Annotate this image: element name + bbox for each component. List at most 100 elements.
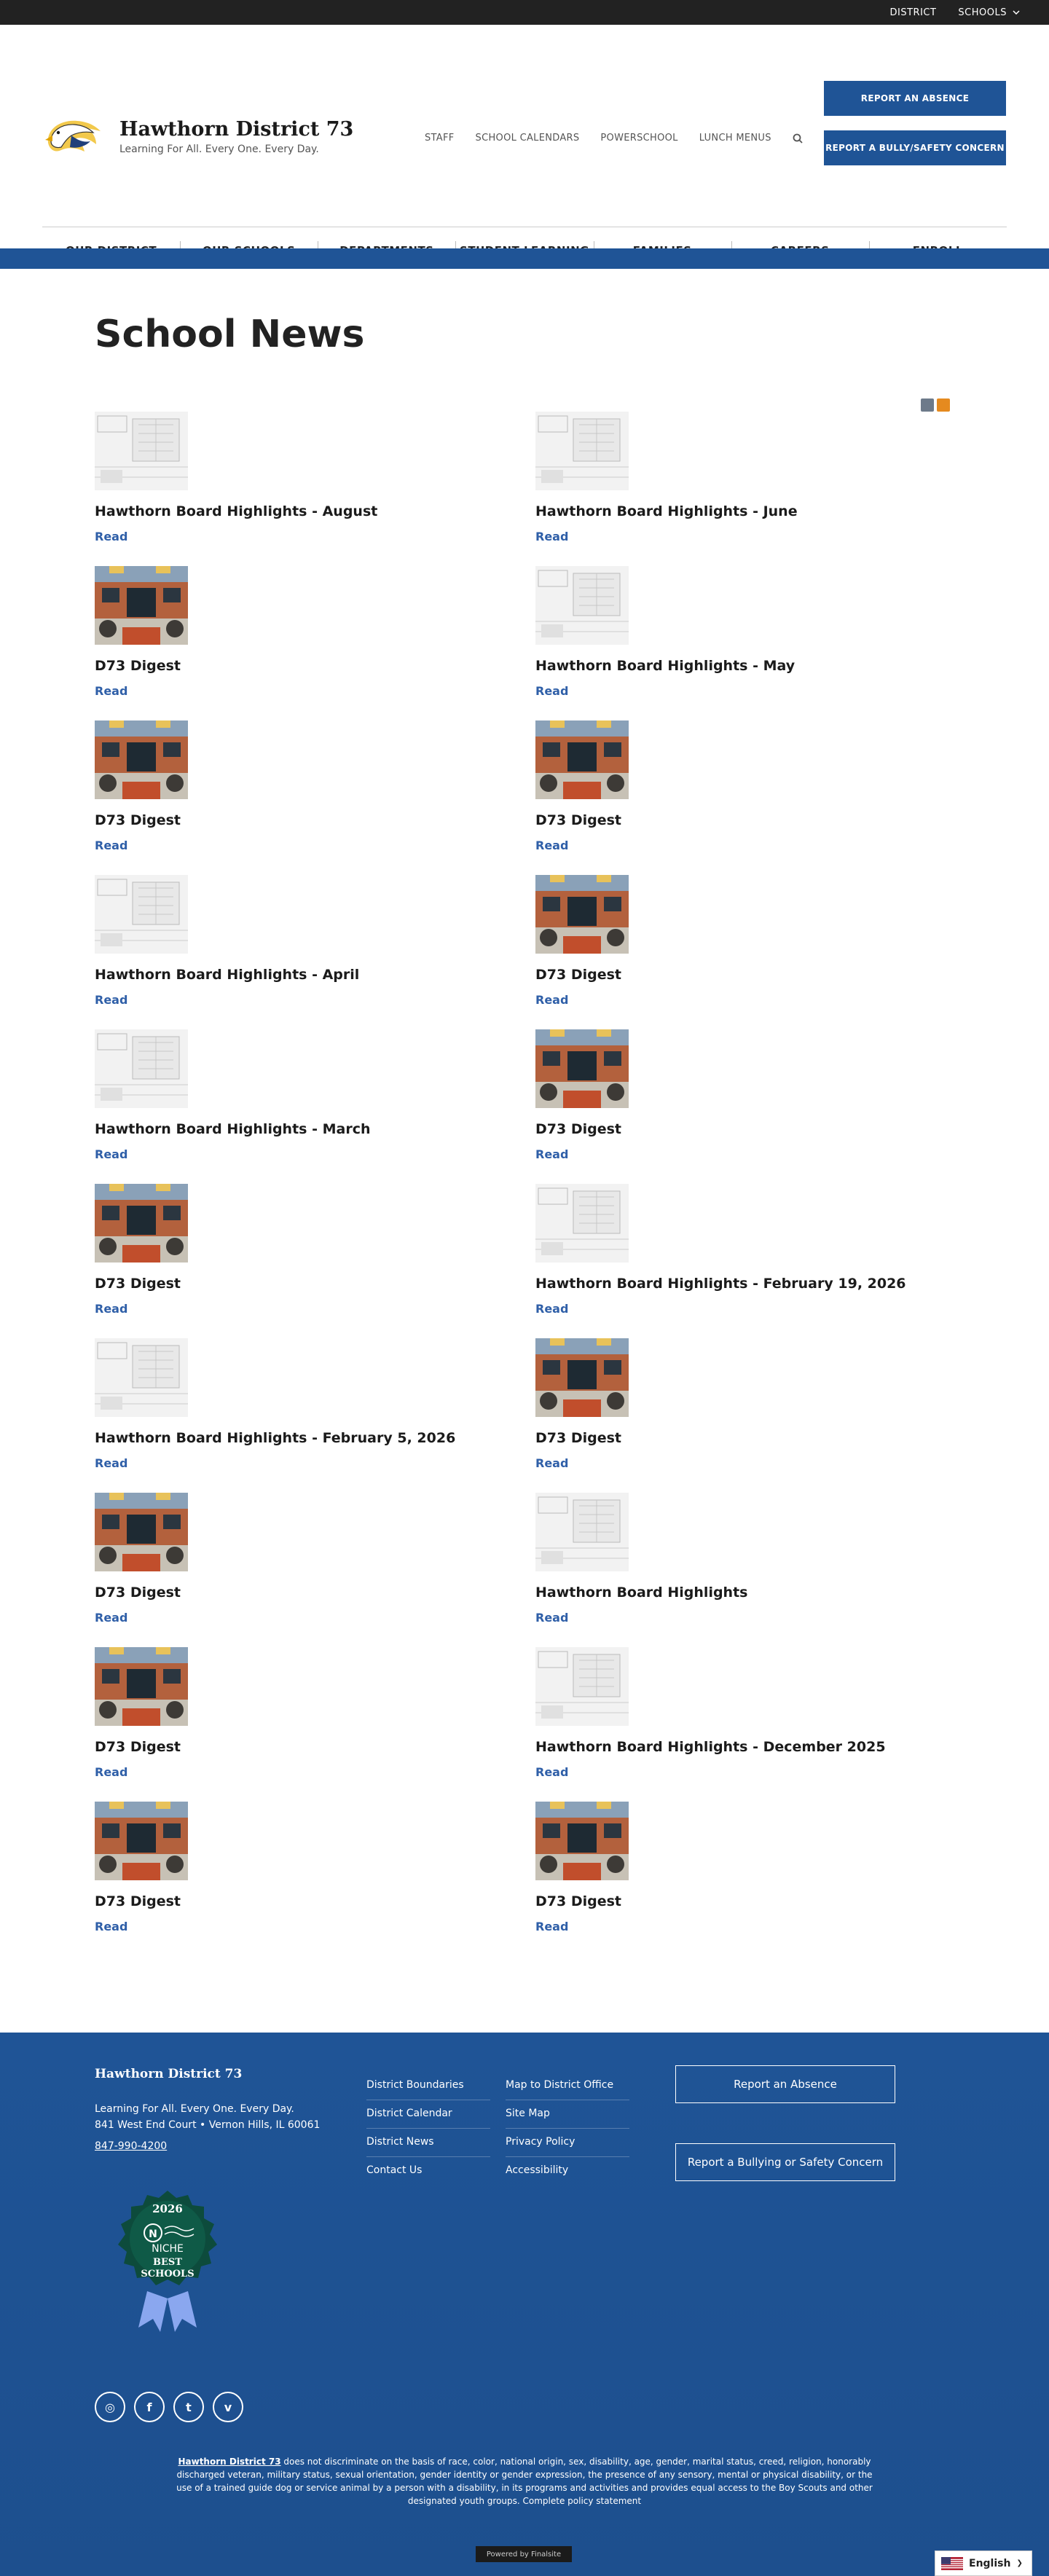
instagram-icon[interactable]: ◎: [95, 2392, 125, 2422]
news-title[interactable]: Hawthorn Board Highlights - February 5, …: [95, 1430, 503, 1446]
news-read-link[interactable]: Read: [535, 1611, 943, 1625]
news-thumbnail-school[interactable]: [95, 1802, 503, 1880]
news-thumbnail-school[interactable]: [535, 875, 943, 954]
footer-link-accessibility[interactable]: Accessibility: [506, 2164, 568, 2176]
news-read-link[interactable]: Read: [535, 530, 943, 543]
news-thumbnail-board[interactable]: [95, 875, 503, 954]
news-item: D73 Digest Read: [535, 1338, 943, 1470]
page-title: School News: [95, 313, 365, 356]
legal-district-link[interactable]: Hawthorn District 73: [178, 2457, 280, 2467]
news-read-link[interactable]: Read: [95, 1611, 503, 1625]
news-thumbnail-board[interactable]: [95, 412, 503, 490]
news-title[interactable]: Hawthorn Board Highlights: [535, 1585, 943, 1601]
district-link[interactable]: DISTRICT: [890, 7, 937, 18]
news-title[interactable]: D73 Digest: [95, 658, 503, 674]
news-title[interactable]: D73 Digest: [95, 1585, 503, 1601]
news-thumbnail-school[interactable]: [95, 566, 503, 645]
footer-link-map[interactable]: Map to District Office: [506, 2079, 613, 2091]
news-item: Hawthorn Board Highlights - April Read: [95, 875, 503, 1007]
footer-link-sitemap[interactable]: Site Map: [506, 2108, 550, 2119]
news-thumbnail-school[interactable]: [95, 1493, 503, 1571]
powered-by-finalsite[interactable]: Powered by Finalsite: [476, 2546, 572, 2562]
search-icon[interactable]: [793, 133, 803, 144]
news-title[interactable]: D73 Digest: [535, 1430, 943, 1446]
footer-links-col1: District Boundaries District Calendar Di…: [366, 2072, 490, 2185]
feed-links: [921, 398, 950, 412]
news-title[interactable]: D73 Digest: [95, 1893, 503, 1909]
news-thumbnail-board[interactable]: [535, 1184, 943, 1263]
news-read-link[interactable]: Read: [95, 530, 503, 543]
news-item: D73 Digest Read: [95, 566, 503, 698]
footer-link-news[interactable]: District News: [366, 2136, 434, 2148]
news-read-link[interactable]: Read: [535, 1456, 943, 1470]
footer-phone[interactable]: 847-990-4200: [95, 2140, 167, 2152]
news-title[interactable]: Hawthorn Board Highlights - February 19,…: [535, 1276, 943, 1292]
news-title[interactable]: Hawthorn Board Highlights - June: [535, 503, 943, 519]
news-thumbnail-board[interactable]: [535, 1647, 943, 1726]
news-title[interactable]: D73 Digest: [535, 1121, 943, 1137]
news-thumbnail-board[interactable]: [535, 1493, 943, 1571]
news-item: Hawthorn Board Highlights - August Read: [95, 412, 503, 543]
news-thumbnail-school[interactable]: [535, 720, 943, 799]
news-read-link[interactable]: Read: [95, 684, 503, 698]
news-thumbnail-school[interactable]: [95, 1647, 503, 1726]
news-read-link[interactable]: Read: [95, 1147, 503, 1161]
utility-link-school-calendars[interactable]: SCHOOL CALENDARS: [476, 133, 580, 144]
language-selector[interactable]: English ❯: [935, 2551, 1032, 2576]
news-read-link[interactable]: Read: [95, 993, 503, 1007]
news-thumbnail-board[interactable]: [535, 412, 943, 490]
schools-dropdown[interactable]: SCHOOLS: [958, 7, 1020, 18]
news-title[interactable]: D73 Digest: [95, 1276, 503, 1292]
utility-link-powerschool[interactable]: POWERSCHOOL: [600, 133, 677, 144]
utility-link-staff[interactable]: STAFF: [425, 133, 455, 144]
footer-link-privacy[interactable]: Privacy Policy: [506, 2136, 575, 2148]
news-title[interactable]: D73 Digest: [535, 967, 943, 983]
utility-link-lunch-menus[interactable]: LUNCH MENUS: [699, 133, 771, 144]
news-read-link[interactable]: Read: [535, 684, 943, 698]
news-title[interactable]: D73 Digest: [535, 1893, 943, 1909]
news-item: Hawthorn Board Highlights Read: [535, 1493, 943, 1625]
footer-report-bully-button[interactable]: Report a Bullying or Safety Concern: [675, 2143, 895, 2181]
news-title[interactable]: Hawthorn Board Highlights - March: [95, 1121, 503, 1137]
news-read-link[interactable]: Read: [535, 993, 943, 1007]
news-thumbnail-school[interactable]: [95, 720, 503, 799]
news-read-link[interactable]: Read: [95, 1456, 503, 1470]
blogger-feed-icon[interactable]: [937, 398, 950, 412]
news-title[interactable]: Hawthorn Board Highlights - April: [95, 967, 503, 983]
report-bully-button[interactable]: REPORT A BULLY/SAFETY CONCERN: [824, 130, 1006, 165]
news-read-link[interactable]: Read: [535, 1920, 943, 1933]
news-thumbnail-board[interactable]: [95, 1029, 503, 1108]
report-absence-button[interactable]: REPORT AN ABSENCE: [824, 81, 1006, 116]
news-title[interactable]: D73 Digest: [95, 1739, 503, 1755]
news-title[interactable]: D73 Digest: [535, 812, 943, 828]
news-read-link[interactable]: Read: [535, 1147, 943, 1161]
news-read-link[interactable]: Read: [95, 1302, 503, 1316]
news-thumbnail-school[interactable]: [535, 1802, 943, 1880]
news-read-link[interactable]: Read: [535, 1302, 943, 1316]
news-read-link[interactable]: Read: [535, 839, 943, 852]
footer-link-boundaries[interactable]: District Boundaries: [366, 2079, 464, 2091]
news-item: D73 Digest Read: [535, 1029, 943, 1161]
news-thumbnail-school[interactable]: [535, 1029, 943, 1108]
footer-report-absence-button[interactable]: Report an Absence: [675, 2065, 895, 2103]
news-read-link[interactable]: Read: [535, 1765, 943, 1779]
facebook-icon[interactable]: f: [134, 2392, 165, 2422]
footer-link-contact[interactable]: Contact Us: [366, 2164, 422, 2176]
news-read-link[interactable]: Read: [95, 1765, 503, 1779]
footer-link-calendar[interactable]: District Calendar: [366, 2108, 452, 2119]
news-thumbnail-school[interactable]: [535, 1338, 943, 1417]
news-title[interactable]: D73 Digest: [95, 812, 503, 828]
logo-link[interactable]: Hawthorn District 73 Learning For All. E…: [42, 114, 353, 160]
news-title[interactable]: Hawthorn Board Highlights - December 202…: [535, 1739, 943, 1755]
news-title[interactable]: Hawthorn Board Highlights - May: [535, 658, 943, 674]
twitter-icon[interactable]: t: [173, 2392, 204, 2422]
vimeo-icon[interactable]: v: [213, 2392, 243, 2422]
news-thumbnail-school[interactable]: [95, 1184, 503, 1263]
news-read-link[interactable]: Read: [95, 839, 503, 852]
niche-badge-icon[interactable]: 2026 N NICHE BEST SCHOOLS: [109, 2189, 226, 2332]
news-thumbnail-board[interactable]: [535, 566, 943, 645]
news-thumbnail-board[interactable]: [95, 1338, 503, 1417]
news-title[interactable]: Hawthorn Board Highlights - August: [95, 503, 503, 519]
news-read-link[interactable]: Read: [95, 1920, 503, 1933]
rss-feed-icon[interactable]: [921, 398, 934, 412]
